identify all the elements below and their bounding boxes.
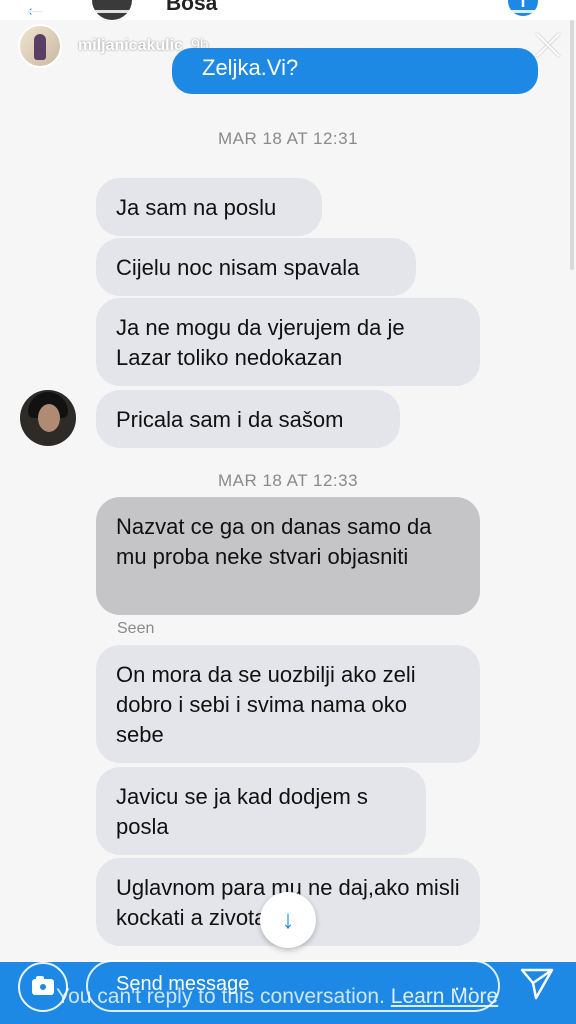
incoming-message-bubble[interactable]: Cijelu noc nisam spavala — [96, 238, 416, 296]
close-icon[interactable] — [534, 31, 562, 59]
more-icon[interactable]: ... — [454, 970, 475, 996]
incoming-message-bubble[interactable]: Pricala sam i da sašom — [96, 390, 400, 448]
send-message-placeholder: Send message — [116, 973, 250, 995]
incoming-message-bubble[interactable]: Ja ne mogu da vjerujem da je Lazar tolik… — [96, 298, 480, 386]
info-icon[interactable]: i — [508, 0, 538, 16]
scroll-down-button[interactable]: ↓ — [260, 892, 316, 948]
sent-message-bubble[interactable]: Zeljka.Vi? — [172, 48, 538, 94]
incoming-message-bubble[interactable]: Javicu se ja kad dodjem s posla — [96, 767, 426, 855]
story-username[interactable]: miljanicakulic — [78, 37, 183, 55]
selected-message-bubble[interactable]: Nazvat ce ga on danas samo da mu proba n… — [96, 497, 480, 615]
arrow-down-icon: ↓ — [281, 904, 295, 934]
timestamp: MAR 18 AT 12:31 — [217, 129, 359, 148]
seen-indicator: Seen — [117, 620, 155, 637]
timestamp: MAR 18 AT 12:33 — [217, 471, 359, 490]
contact-name[interactable]: Bosa — [166, 0, 217, 16]
send-icon[interactable] — [518, 964, 556, 1002]
send-message-input[interactable]: Send message ... — [86, 960, 500, 1012]
story-progress-bar — [14, 10, 562, 13]
contact-avatar[interactable] — [20, 390, 76, 446]
incoming-message-bubble[interactable]: Ja sam na poslu — [96, 178, 322, 236]
camera-icon[interactable] — [18, 962, 68, 1012]
incoming-message-bubble[interactable]: On mora da se uozbilji ako zeli dobro i … — [96, 645, 480, 763]
story-avatar[interactable] — [18, 24, 62, 68]
